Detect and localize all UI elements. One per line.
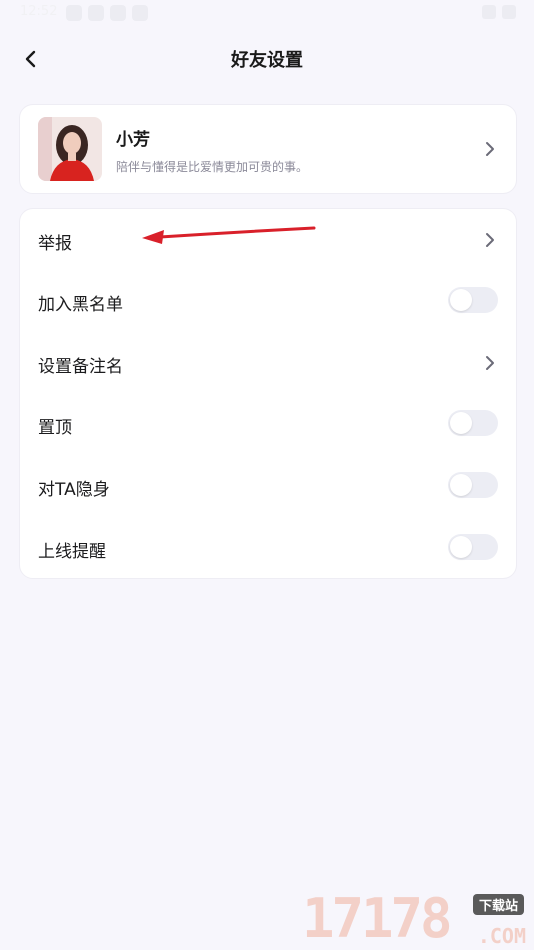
chevron-right-icon [486,233,494,247]
avatar [38,117,102,181]
red-arrow-annotation [142,226,316,244]
system-icons [482,5,516,19]
watermark-logo: 17178 下载站 .COM [302,888,530,950]
profile-name: 小芳 [116,130,150,150]
toggle-knob [450,474,472,496]
watermark-domain: .COM [477,924,526,948]
notification-icon [110,5,126,21]
toggle-knob [450,289,472,311]
header: 好友设置 [0,26,534,90]
profile-card[interactable]: 小芳 陪伴与懂得是比爱情更加可贵的事。 [19,104,517,194]
status-time: 12:52 [20,4,58,19]
toggle-knob [450,536,472,558]
pin-top-toggle[interactable] [448,410,498,436]
online-reminder-toggle[interactable] [448,534,498,560]
watermark-number: 17178 [302,887,453,950]
setting-label: 对TA隐身 [38,480,110,500]
settings-card: 举报 加入黑名单 设置备注名 置顶 对TA隐身 上线提醒 [19,208,517,579]
notification-icon [66,5,82,21]
setting-row-invisible: 对TA隐身 [20,455,516,517]
blacklist-toggle[interactable] [448,287,498,313]
chevron-right-icon [486,142,494,156]
setting-label: 上线提醒 [38,542,106,562]
profile-signature: 陪伴与懂得是比爱情更加可贵的事。 [116,160,309,174]
setting-label: 设置备注名 [38,357,123,377]
setting-label: 置顶 [38,418,72,438]
notification-icon [132,5,148,21]
wifi-icon [482,5,496,19]
setting-label: 举报 [38,234,72,254]
avatar-image [38,117,102,181]
setting-label: 加入黑名单 [38,295,123,315]
notification-icon [88,5,104,21]
invisible-toggle[interactable] [448,472,498,498]
setting-row-blacklist: 加入黑名单 [20,270,516,332]
chevron-right-icon [486,356,494,370]
setting-row-remark[interactable]: 设置备注名 [20,332,516,394]
setting-row-online-reminder: 上线提醒 [20,517,516,579]
notification-icons [66,5,148,21]
status-bar: 12:52 [0,0,534,26]
page-title: 好友设置 [231,50,303,71]
setting-row-pin-top: 置顶 [20,393,516,455]
toggle-knob [450,412,472,434]
watermark-badge: 下载站 [472,894,524,915]
battery-icon [502,5,516,19]
